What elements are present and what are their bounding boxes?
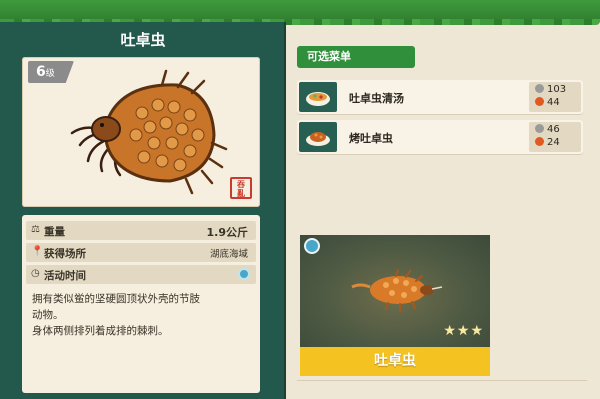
rating-stars: ★★★ <box>443 323 484 339</box>
weight-row: ⚖ 重量 1.9公斤 <box>26 221 256 240</box>
dish-name: 吐卓虫清汤 <box>349 92 404 105</box>
dish-name: 烤吐卓虫 <box>349 132 393 145</box>
weight-label: 重量 <box>44 226 65 238</box>
grilled-dish-icon <box>306 132 330 146</box>
menu-item[interactable]: 吐卓虫清汤 103 44 <box>297 80 583 114</box>
map-pin-icon: 📍 <box>31 246 44 257</box>
dish-stats: 46 24 <box>529 122 581 152</box>
creature-description: 拥有类似鲎的坚硬圆顶状外壳的节肢 动物。 身体两侧排列着成排的棘刺。 <box>32 291 252 339</box>
flavor-value: 44 <box>547 97 560 108</box>
soup-bowl-icon <box>306 92 330 106</box>
weight-value: 1.9公斤 <box>206 226 249 239</box>
flame-icon <box>535 137 544 146</box>
dish-stats: 103 44 <box>529 82 581 112</box>
coin-icon <box>535 124 544 133</box>
creature-info-box: ⚖ 重量 1.9公斤 📍 获得场所 湖底海域 ◷ 活动时间 拥有类似鲎的坚硬圆顶… <box>22 215 260 393</box>
top-banner-strip <box>0 0 600 25</box>
time-of-day-icon <box>238 268 250 280</box>
coin-icon <box>535 84 544 93</box>
price-stat: 46 <box>535 124 560 135</box>
location-value: 湖底海域 <box>209 249 248 260</box>
location-row: 📍 获得场所 湖底海域 <box>26 243 256 262</box>
menu-item[interactable]: 烤吐卓虫 46 24 <box>297 120 583 154</box>
clock-icon <box>304 238 320 254</box>
menu-header: 可选菜单 <box>297 46 415 68</box>
scale-icon: ⚖ <box>31 224 40 235</box>
description-line: 拥有类似鲎的坚硬圆顶状外壳的节肢 <box>32 293 200 305</box>
underwater-scene: ★★★ <box>300 235 490 347</box>
creature-detail-panel: 吐卓虫 6级 吞 亂 ⚖ 重量 1.9公斤 📍 获得场所 湖底海域 ◷ 活动时间… <box>0 22 286 399</box>
artist-seal-stamp: 吞亂 <box>230 177 252 199</box>
price-stat: 103 <box>535 84 566 95</box>
flame-icon <box>535 97 544 106</box>
dish-thumbnail <box>299 122 337 152</box>
activity-time-label: 活动时间 <box>44 270 86 282</box>
flavor-stat: 24 <box>535 137 560 148</box>
creature-portrait: 6级 吞 亂 <box>22 57 260 207</box>
catch-name-banner: 吐卓虫 <box>300 347 490 376</box>
clock-icon: ◷ <box>31 268 40 279</box>
flavor-value: 24 <box>547 137 560 148</box>
level-unit: 级 <box>45 69 55 79</box>
divider <box>297 380 587 381</box>
description-line: 身体两侧排列着成排的棘刺。 <box>32 325 169 337</box>
activity-time-row: ◷ 活动时间 <box>26 265 256 284</box>
location-label: 获得场所 <box>44 248 86 260</box>
price-value: 46 <box>547 124 560 135</box>
flavor-stat: 44 <box>535 97 560 108</box>
price-value: 103 <box>547 84 567 95</box>
creature-illustration <box>70 69 228 195</box>
description-line: 动物。 <box>32 309 64 321</box>
level-value: 6 <box>36 64 46 80</box>
creature-title: 吐卓虫 <box>120 31 166 49</box>
catch-preview-card: ★★★ 吐卓虫 <box>300 235 490 376</box>
dish-thumbnail <box>299 82 337 112</box>
